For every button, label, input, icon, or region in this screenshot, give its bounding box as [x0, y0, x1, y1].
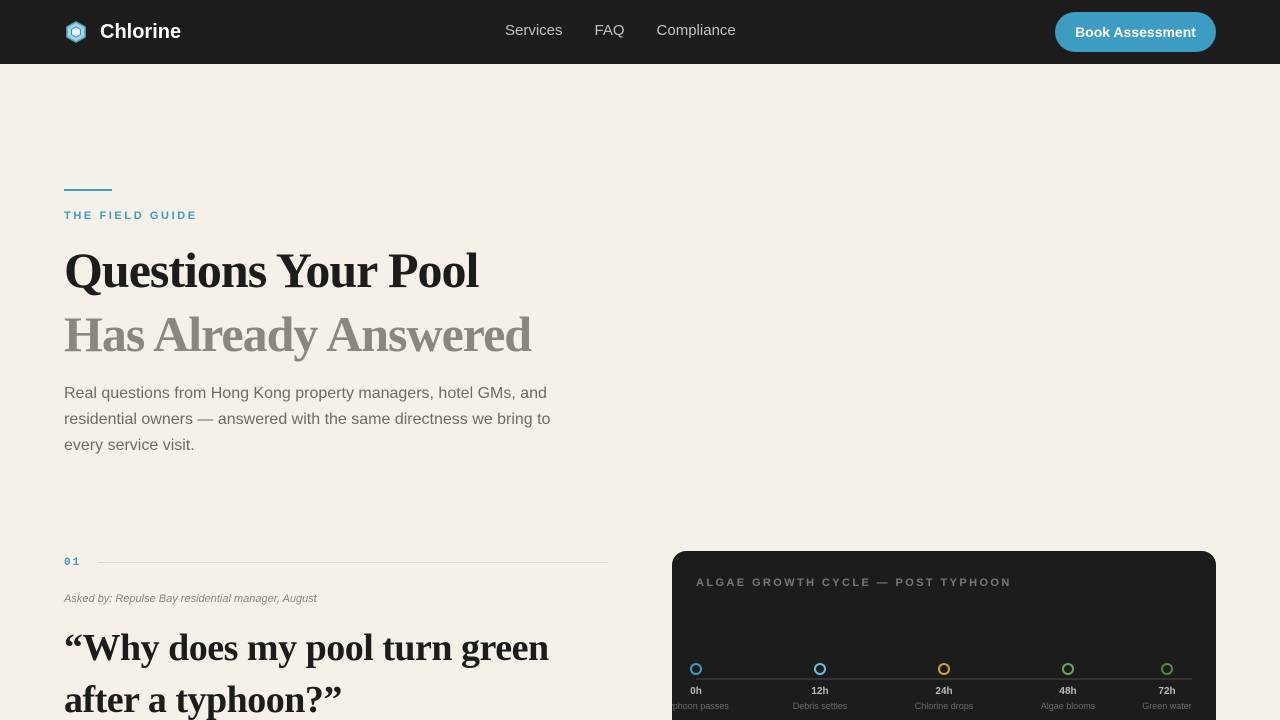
timeline-hour: 48h: [1059, 686, 1077, 697]
card-title: ALGAE GROWTH CYCLE — POST TYPHOON: [696, 577, 1012, 589]
intro-paragraph: Real questions from Hong Kong property m…: [64, 385, 551, 454]
question-number: 01: [64, 557, 82, 569]
timeline-hour: 72h: [1158, 686, 1176, 697]
timeline-hour: 12h: [811, 686, 829, 697]
nav-link-faq[interactable]: FAQ: [595, 22, 625, 39]
timeline-label: Typhoon passes: [672, 701, 729, 711]
timeline-dot: [814, 663, 826, 675]
timeline-hour: 24h: [935, 686, 953, 697]
nav-link-services[interactable]: Services: [505, 22, 563, 39]
timeline-dot: [690, 663, 702, 675]
timeline-label: Algae blooms: [1040, 701, 1096, 711]
brand-logo[interactable]: Chlorine: [64, 18, 181, 46]
brand-name: Chlorine: [100, 20, 182, 43]
nav-links: Services FAQ Compliance: [505, 22, 736, 39]
question-divider: [98, 562, 608, 563]
timeline-dot: [1161, 663, 1173, 675]
timeline-label: Green water: [1142, 701, 1192, 711]
timeline-hour: 0h: [690, 686, 702, 697]
nav-link-compliance[interactable]: Compliance: [657, 22, 736, 39]
accent-rule: [64, 189, 112, 191]
section-eyebrow: THE FIELD GUIDE: [64, 210, 198, 222]
page-title-line-2: Has Already Answered: [64, 306, 532, 362]
timeline-track: [696, 678, 1192, 680]
top-nav: Chlorine Services FAQ Compliance Book As…: [0, 0, 1280, 64]
timeline-dot: [938, 663, 950, 675]
algae-timeline-card: ALGAE GROWTH CYCLE — POST TYPHOON 0h Typh…: [672, 551, 1216, 720]
timeline-label: Debris settles: [792, 701, 848, 711]
question-asked-by: Asked by: Repulse Bay residential manage…: [64, 593, 317, 605]
timeline-dot: [1062, 663, 1074, 675]
page-title-line-1: Questions Your Pool: [64, 242, 479, 298]
question-title: “Why does my pool turn green after a typ…: [64, 627, 549, 720]
timeline-label: Chlorine drops: [914, 701, 974, 711]
hexagon-logo-icon: [66, 21, 86, 43]
book-assessment-button[interactable]: Book Assessment: [1055, 12, 1216, 52]
